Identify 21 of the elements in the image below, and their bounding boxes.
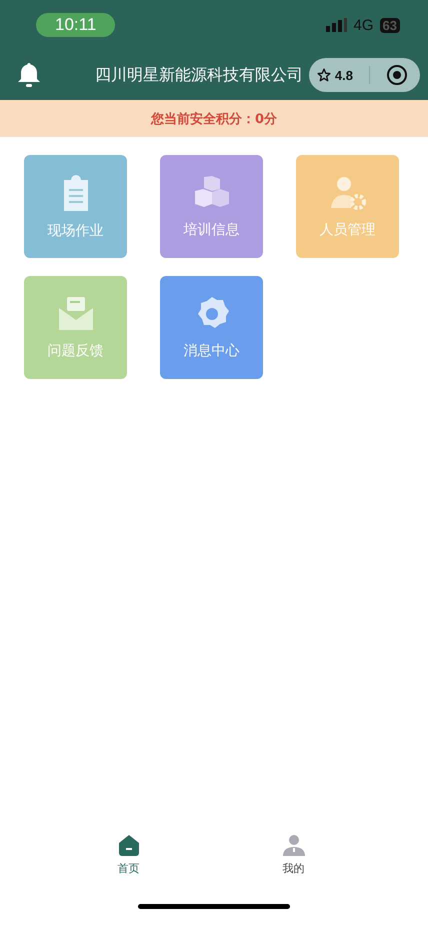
company-title: 四川明星新能源科技有限公司 bbox=[94, 64, 303, 86]
menu-tile[interactable]: 问题反馈 bbox=[24, 276, 127, 379]
user-icon bbox=[282, 834, 304, 856]
envelope-icon bbox=[58, 296, 94, 332]
tab-item[interactable]: 首页 bbox=[118, 834, 140, 876]
star-icon[interactable] bbox=[316, 68, 331, 82]
menu-tile[interactable]: 人员管理 bbox=[296, 155, 399, 258]
bell-icon[interactable] bbox=[17, 62, 41, 88]
score-text: 您当前安全积分：0分 bbox=[150, 110, 278, 128]
rating-value: 4.8 bbox=[334, 68, 353, 82]
menu-tile[interactable]: 培训信息 bbox=[160, 155, 263, 258]
menu-tile[interactable]: 消息中心 bbox=[160, 276, 263, 379]
menu-tile[interactable]: 现场作业 bbox=[24, 155, 127, 258]
signal-icon bbox=[326, 18, 348, 32]
tab-item[interactable]: 我的 bbox=[282, 834, 304, 876]
home-icon bbox=[118, 834, 140, 856]
person-gear-icon bbox=[330, 174, 366, 210]
record-icon[interactable] bbox=[386, 64, 408, 86]
status-time: 10:11 bbox=[36, 13, 116, 37]
battery-level: 63 bbox=[380, 18, 400, 32]
network-label: 4G bbox=[354, 16, 374, 34]
